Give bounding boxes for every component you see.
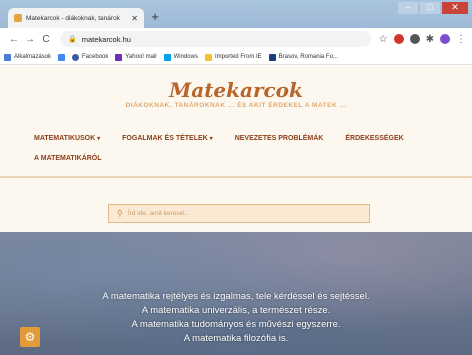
menu-divider — [0, 176, 472, 178]
profile-avatar[interactable] — [440, 34, 450, 44]
mail-icon — [115, 53, 123, 61]
hero-text: A matematika rejtélyes és izgalmas, tele… — [0, 290, 472, 346]
extensions: ☆ ✱ ⋮ — [379, 34, 466, 45]
reload-icon[interactable]: C — [38, 34, 54, 45]
menu-item-matematikarol[interactable]: A MATEMATIKÁRÓL — [34, 155, 102, 162]
back-icon[interactable]: ← — [6, 34, 22, 45]
web-page: Matekarcok DIÁKOKNAK, TANÁROKNAK ... ÉS … — [0, 66, 472, 355]
facebook-icon — [72, 53, 80, 61]
weather-icon — [268, 53, 276, 61]
bookmark-item[interactable]: Brasov, Romania Fo... — [268, 53, 338, 61]
apps-icon — [4, 53, 11, 61]
menu-item-matematikusok[interactable]: MATEMATIKUSOK ▾ — [34, 135, 100, 142]
hero-line: A matematika rejtélyes és izgalmas, tele… — [102, 291, 370, 302]
bookmark-item[interactable]: Facebook — [72, 53, 108, 61]
main-menu: MATEMATIKUSOK ▾ FOGALMAK ÉS TÉTELEK ▾ NE… — [34, 128, 454, 168]
puzzle-icon[interactable]: ✱ — [426, 34, 434, 45]
minimize-icon[interactable]: – — [398, 2, 418, 14]
menu-item-fogalmak[interactable]: FOGALMAK ÉS TÉTELEK ▾ — [122, 135, 213, 142]
bookmark-item[interactable]: Imported From IE — [204, 53, 262, 61]
window-controls: – □ ✕ — [398, 2, 468, 14]
extension-1-icon[interactable] — [393, 34, 404, 44]
site-logo[interactable]: Matekarcok — [0, 78, 472, 102]
tab-close-icon[interactable]: ✕ — [131, 14, 138, 23]
hero-line: A matematika univerzális, a természet ré… — [141, 305, 331, 316]
forward-icon[interactable]: → — [22, 34, 38, 45]
hero-line: A matematika tudományos és művészi egysz… — [131, 319, 341, 330]
address-bar[interactable]: 🔒 matekarcok.hu — [60, 31, 371, 47]
bookmark-item[interactable]: Alkalmazások — [4, 53, 51, 61]
menu-dots-icon[interactable]: ⋮ — [456, 34, 466, 45]
search-placeholder: Írd ide, amit keresel... — [127, 210, 190, 217]
window-close-icon[interactable]: ✕ — [442, 2, 468, 14]
browser-toolbar: ← → C 🔒 matekarcok.hu ☆ ✱ ⋮ — [0, 28, 472, 50]
hero-line: A matematika filozófia is. — [183, 333, 289, 344]
browser-tab[interactable]: Matekarcok - diákoknak, tanárok ✕ — [8, 8, 144, 28]
extension-2-icon[interactable] — [409, 34, 420, 44]
browser-titlebar: Matekarcok - diákoknak, tanárok ✕ + – □ … — [0, 0, 472, 28]
site-favicon-icon — [14, 14, 22, 22]
menu-item-erdekessegek[interactable]: ÉRDEKESSÉGEK — [345, 135, 403, 142]
folder-icon — [204, 53, 212, 61]
search-icon: ⚲ — [117, 209, 123, 218]
search-input[interactable]: ⚲ Írd ide, amit keresel... — [108, 204, 370, 223]
lock-icon: 🔒 — [68, 36, 77, 43]
bookmark-item[interactable]: Yahoo! mail — [115, 53, 157, 61]
google-icon — [58, 53, 66, 61]
hero-banner: A matematika rejtélyes és izgalmas, tele… — [0, 232, 472, 355]
maximize-icon[interactable]: □ — [420, 2, 440, 14]
new-tab-button[interactable]: + — [148, 10, 162, 24]
tab-title: Matekarcok - diákoknak, tanárok — [26, 14, 120, 22]
menu-item-problemak[interactable]: NEVEZETES PROBLÉMÁK — [235, 135, 324, 142]
site-tagline: DIÁKOKNAK, TANÁROKNAK ... ÉS AKIT ÉRDEKE… — [125, 102, 347, 109]
star-icon[interactable]: ☆ — [379, 34, 388, 45]
bookmarks-bar: Alkalmazások Facebook Yahoo! mail Window… — [0, 50, 472, 65]
windows-icon — [163, 53, 171, 61]
chevron-down-icon: ▾ — [97, 135, 101, 142]
chevron-down-icon: ▾ — [209, 135, 213, 142]
url-text: matekarcok.hu — [81, 34, 131, 44]
gear-icon[interactable]: ⚙ — [20, 327, 40, 347]
bookmark-item[interactable]: Windows — [163, 53, 198, 61]
bookmark-item[interactable] — [58, 53, 66, 61]
